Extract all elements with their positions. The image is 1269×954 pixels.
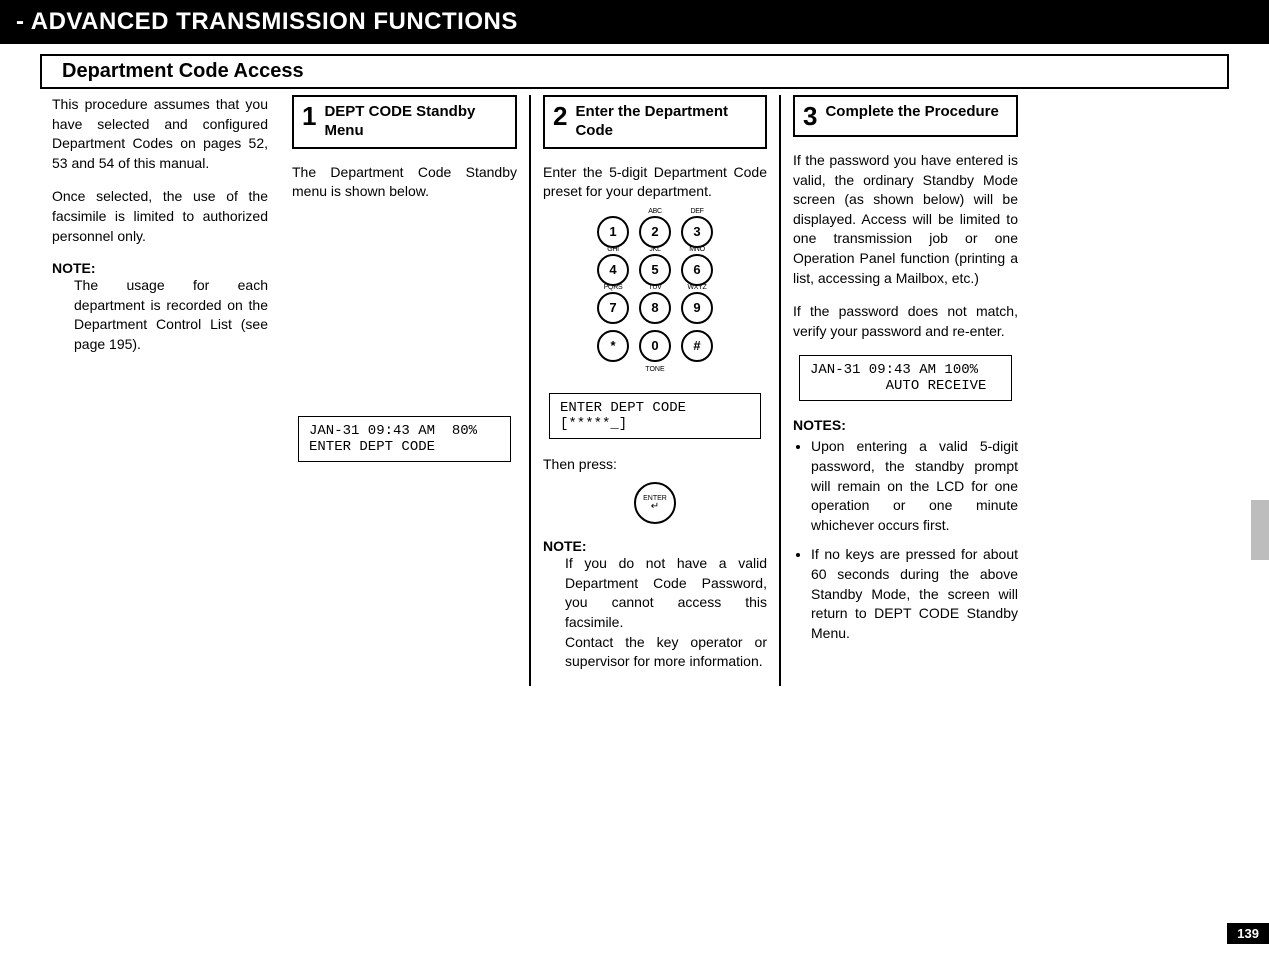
side-tab [1251,500,1269,560]
keypad-key-hash: # [681,330,713,362]
notes-list: Upon entering a valid 5-digit password, … [811,437,1018,643]
keypad-key-4: GHI4 [597,254,629,286]
content-columns: This procedure assumes that you have sel… [40,95,1229,686]
intro-paragraph: This procedure assumes that you have sel… [52,95,268,173]
step-1-column: 1 DEPT CODE Standby Menu The Department … [280,95,530,686]
step-2-body: Enter the 5-digit Department Code preset… [543,163,767,202]
step-title: DEPT CODE Standby Menu [324,103,507,141]
enter-arrow-icon: ↵ [651,502,659,512]
step-3-header: 3 Complete the Procedure [793,95,1018,137]
keypad-key-0: 0 [639,330,671,362]
keypad-key-9: WXYZ9 [681,292,713,324]
step-3-body: If the password does not match, verify y… [793,302,1018,341]
then-press-label: Then press: [543,455,767,475]
keypad-key-star: * [597,330,629,362]
note-body: If you do not have a valid Department Co… [565,554,767,672]
step-2-column: 2 Enter the Department Code Enter the 5-… [530,95,780,686]
step-title: Complete the Procedure [825,103,998,122]
keypad-key-7: PQRS7 [597,292,629,324]
keypad-key-8: TUV8 [639,292,671,324]
page-header: - ADVANCED TRANSMISSION FUNCTIONS [0,0,1269,44]
note-item: If no keys are pressed for about 60 seco… [811,545,1018,643]
intro-column: This procedure assumes that you have sel… [40,95,280,686]
notes-label: NOTES: [793,417,1018,433]
enter-button-icon: ENTER ↵ [634,482,676,524]
step-number: 1 [302,103,316,129]
keypad-tone-label: TONE [645,366,664,373]
note-label: NOTE: [543,538,767,554]
keypad-icon: 1 ABC2 DEF3 GHI4 JKL5 MNO6 PQRS7 TUV8 WX… [543,216,767,373]
lcd-display-2: ENTER DEPT CODE [*****_] [549,393,761,439]
step-3-body: If the password you have entered is vali… [793,151,1018,288]
keypad-key-6: MNO6 [681,254,713,286]
step-1-header: 1 DEPT CODE Standby Menu [292,95,517,149]
section-title: Department Code Access [40,54,1229,89]
keypad-key-2: ABC2 [639,216,671,248]
note-label: NOTE: [52,260,268,276]
lcd-display-1: JAN-31 09:43 AM 80% ENTER DEPT CODE [298,416,511,462]
page-number: 139 [1227,923,1269,944]
step-3-column: 3 Complete the Procedure If the password… [780,95,1030,686]
note-item: Upon entering a valid 5-digit password, … [811,437,1018,535]
lcd-display-3: JAN-31 09:43 AM 100% AUTO RECEIVE [799,355,1012,401]
keypad-key-1: 1 [597,216,629,248]
keypad-key-3: DEF3 [681,216,713,248]
step-number: 2 [553,103,567,129]
step-title: Enter the Department Code [575,103,757,141]
step-number: 3 [803,103,817,129]
note-body: The usage for each department is recorde… [74,276,268,354]
step-1-body: The Department Code Standby menu is show… [292,163,517,202]
intro-paragraph: Once selected, the use of the facsimile … [52,187,268,246]
step-2-header: 2 Enter the Department Code [543,95,767,149]
keypad-key-5: JKL5 [639,254,671,286]
